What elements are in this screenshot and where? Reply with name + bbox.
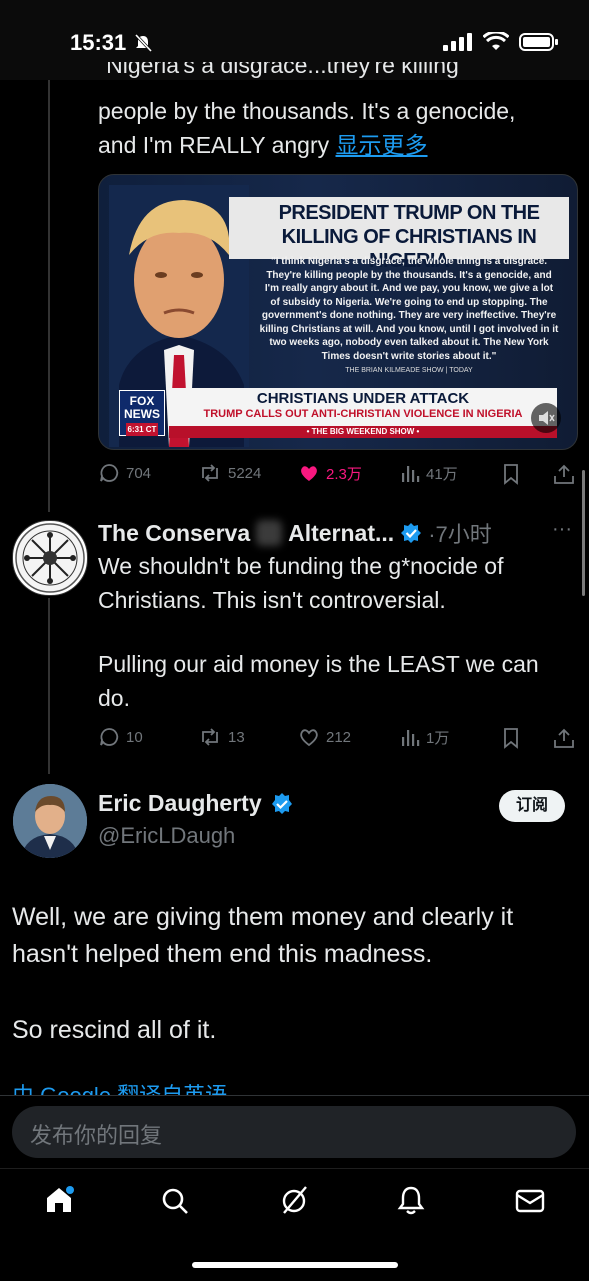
author-name[interactable]: Eric Daugherty bbox=[98, 790, 262, 817]
like-button[interactable]: 2.3万 bbox=[298, 462, 362, 484]
views-button[interactable]: 1万 bbox=[400, 726, 449, 748]
repost-count: 13 bbox=[228, 728, 245, 746]
author-handle[interactable]: @EricLDaugh bbox=[98, 823, 235, 849]
reply-tweet-text: Pulling our aid money is the LEAST we ca… bbox=[98, 651, 539, 711]
subscribe-button[interactable]: 订阅 bbox=[499, 790, 565, 822]
views-chart-icon bbox=[402, 730, 420, 746]
tab-home[interactable] bbox=[44, 1184, 76, 1221]
repost-count: 5224 bbox=[228, 464, 262, 482]
tab-notifications[interactable] bbox=[396, 1184, 426, 1221]
battery-icon bbox=[519, 33, 558, 51]
main-tweet-text: So rescind all of it. bbox=[12, 1016, 217, 1044]
thread-line bbox=[48, 598, 50, 774]
thread-line bbox=[48, 80, 50, 512]
more-options-icon[interactable]: ··· bbox=[552, 518, 572, 541]
media-source: THE BRIAN KILMEADE SHOW | TODAY bbox=[345, 367, 473, 374]
banner-title: CHRISTIANS UNDER ATTACK bbox=[256, 390, 470, 407]
translate-text: 由 Google 翻译自英语 bbox=[12, 1082, 312, 1095]
repost-icon bbox=[202, 464, 218, 482]
bookmark-icon[interactable] bbox=[500, 727, 522, 749]
reply-button[interactable]: 704 bbox=[98, 462, 151, 484]
divider bbox=[0, 1095, 589, 1096]
heart-icon bbox=[300, 729, 318, 747]
translate-link[interactable]: 由 Google 翻译自英语 bbox=[12, 1082, 312, 1095]
view-count: 1万 bbox=[426, 729, 450, 747]
status-icons bbox=[443, 32, 559, 52]
tweet-text-line: and I'm REALLY angry 显示更多 bbox=[98, 128, 428, 162]
repost-button[interactable]: 5224 bbox=[198, 462, 261, 484]
emblem-logo bbox=[15, 523, 85, 593]
views-chart-icon bbox=[402, 466, 420, 482]
views-button[interactable]: 41万 bbox=[400, 462, 458, 484]
banner-subtitle: TRUMP CALLS OUT ANTI-CHRISTIAN VIOLENCE … bbox=[203, 408, 523, 420]
share-icon[interactable] bbox=[552, 463, 576, 485]
news-lower-third: FOX NEWS 6:31 CT CHRISTIANS UNDER ATTACK… bbox=[99, 388, 577, 438]
tweet-text-span: and I'm REALLY angry bbox=[98, 132, 330, 158]
mute-button[interactable] bbox=[531, 403, 561, 433]
author-name-end[interactable]: Alternat... bbox=[288, 520, 394, 547]
tweet-text-line: people by the thousands. It's a genocide… bbox=[98, 98, 516, 124]
verified-badge-icon bbox=[271, 792, 292, 814]
like-button[interactable]: 212 bbox=[298, 726, 351, 748]
tab-search[interactable] bbox=[160, 1186, 190, 1221]
cellular-signal-icon bbox=[443, 33, 472, 51]
tweet-text-cut: "Nigeria's a disgrace...they're killing bbox=[98, 62, 459, 78]
view-count: 41万 bbox=[426, 465, 458, 483]
video-media-card[interactable]: PRESIDENT TRUMP ON THE KILLING OF CHRIST… bbox=[98, 174, 578, 450]
reply-count: 10 bbox=[126, 728, 143, 746]
heart-filled-icon bbox=[301, 466, 317, 481]
reply-author-row: The Conserva Alternat... ·7小时 bbox=[98, 517, 492, 549]
tab-messages[interactable] bbox=[514, 1186, 546, 1221]
reply-icon bbox=[100, 728, 119, 746]
share-icon[interactable] bbox=[552, 727, 576, 749]
like-count: 2.3万 bbox=[326, 465, 362, 483]
avatar[interactable] bbox=[13, 784, 87, 858]
repost-button[interactable]: 13 bbox=[198, 726, 245, 748]
profile-photo bbox=[13, 784, 87, 858]
wifi-icon bbox=[483, 32, 509, 50]
repost-icon bbox=[202, 728, 218, 746]
like-count: 212 bbox=[326, 728, 352, 746]
reply-count: 704 bbox=[126, 464, 152, 482]
reply-button[interactable]: 10 bbox=[98, 726, 143, 748]
media-quote: "I think Nigeria's a disgrace, the whole… bbox=[259, 256, 559, 362]
home-icon bbox=[47, 1186, 74, 1212]
speaker-muted-icon bbox=[539, 411, 555, 425]
reply-icon bbox=[100, 464, 119, 482]
tweet-time: ·7小时 bbox=[428, 522, 492, 547]
home-indicator bbox=[192, 1262, 398, 1268]
notifications-icon bbox=[397, 1186, 425, 1215]
avatar[interactable] bbox=[12, 520, 88, 596]
grok-icon bbox=[282, 1186, 307, 1214]
tab-grok[interactable] bbox=[278, 1184, 310, 1221]
show-more-link[interactable]: 显示更多 bbox=[336, 132, 428, 158]
reply-tweet-text: We shouldn't be funding the g*nocide of … bbox=[98, 553, 504, 613]
verified-badge-icon bbox=[401, 523, 422, 543]
search-icon bbox=[162, 1188, 188, 1214]
scroll-indicator[interactable] bbox=[582, 470, 585, 596]
main-author-row: Eric Daugherty bbox=[98, 790, 294, 817]
bookmark-icon[interactable] bbox=[500, 463, 522, 485]
silent-icon bbox=[134, 33, 153, 53]
blurred-name-fragment bbox=[256, 520, 283, 546]
main-tweet-text: Well, we are giving them money and clear… bbox=[12, 903, 514, 968]
banner-show: • THE BIG WEEKEND SHOW • bbox=[306, 427, 420, 436]
author-name[interactable]: The Conserva bbox=[98, 520, 250, 547]
fox-news-logo: FOX NEWS 6:31 CT bbox=[119, 390, 165, 436]
reply-placeholder: 发布你的回复 bbox=[30, 1123, 163, 1148]
status-time: 15:31 bbox=[70, 30, 127, 55]
messages-icon bbox=[515, 1189, 545, 1213]
